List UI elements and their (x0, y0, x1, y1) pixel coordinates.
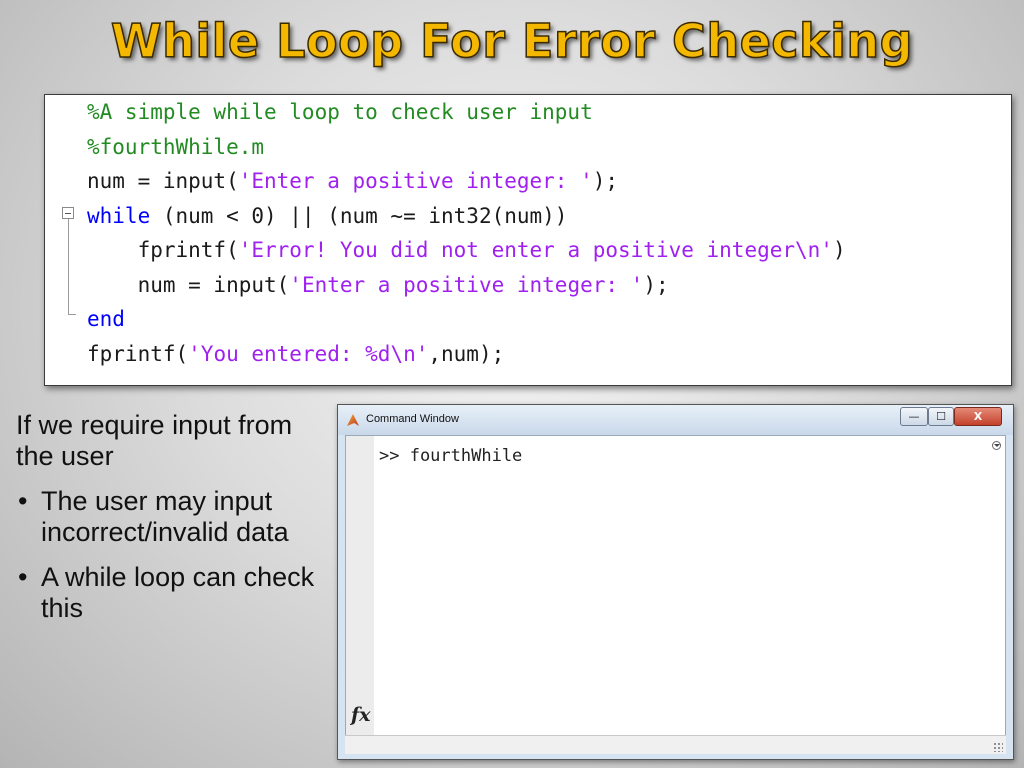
code-fold-line (68, 219, 69, 315)
code-line: %A simple while loop to check user input (87, 95, 593, 129)
code-token-comment: %fourthWhile.m (87, 134, 265, 159)
command-window-body[interactable]: >> fourthWhile fx (345, 435, 1006, 753)
function-browser-icon[interactable]: fx (351, 704, 371, 726)
bullet-item: The user may input incorrect/invalid dat… (16, 486, 316, 548)
close-button[interactable]: X (954, 407, 1002, 426)
bullet-list: The user may input incorrect/invalid dat… (16, 486, 316, 624)
command-window: Command Window — ☐ X >> fourthWhile fx (337, 404, 1014, 760)
code-token-string: 'Enter a positive integer: ' (289, 272, 644, 297)
code-token-string: 'Enter a positive integer: ' (238, 169, 593, 193)
command-prompt-line[interactable]: >> fourthWhile (379, 446, 522, 466)
code-line: %fourthWhile.m (87, 130, 264, 164)
code-token-plain: fprintf( (87, 238, 239, 262)
command-window-titlebar[interactable]: Command Window — ☐ X (338, 405, 1013, 435)
code-token-plain: ); (592, 169, 619, 193)
code-token-plain: (num < 0) || (num ~= int32(num)) (150, 203, 568, 228)
code-line: fprintf('Error! You did not enter a posi… (87, 233, 846, 267)
code-token-plain: num = input( (87, 169, 239, 193)
code-token-keyword: end (87, 307, 125, 331)
matlab-logo-icon (347, 414, 359, 426)
code-fold-end (68, 314, 76, 315)
code-line: num = input('Enter a positive integer: '… (87, 164, 618, 198)
code-line: num = input('Enter a positive integer: '… (87, 268, 669, 302)
code-token-keyword: while (87, 203, 151, 228)
code-token-string: 'You entered: %d\n' (188, 341, 429, 366)
code-token-plain: ,num); (428, 341, 505, 366)
code-token-plain: ) (832, 238, 846, 262)
code-editor-panel: %A simple while loop to check user input… (44, 94, 1012, 386)
code-line: while (num < 0) || (num ~= int32(num)) (87, 199, 567, 233)
code-token-plain: fprintf( (87, 341, 189, 366)
minimize-button[interactable]: — (900, 407, 928, 426)
code-line: fprintf('You entered: %d\n',num); (87, 337, 504, 371)
code-fold-toggle[interactable] (62, 207, 74, 219)
command-window-statusbar (345, 735, 1006, 754)
maximize-button[interactable]: ☐ (928, 407, 954, 426)
options-dropdown-icon[interactable] (992, 441, 1001, 450)
code-token-comment: %A simple while loop to check user input (87, 100, 593, 124)
bullet-lead: If we require input from the user (16, 410, 293, 471)
code-token-plain: num = input( (87, 272, 290, 297)
bullet-text: If we require input from the user The us… (16, 410, 316, 638)
slide-title: While Loop For Error Checking (110, 13, 914, 69)
code-line: end (87, 302, 125, 336)
resize-grip-icon[interactable] (993, 742, 1003, 752)
code-token-plain: ); (643, 272, 669, 297)
bullet-item: A while loop can check this (16, 562, 316, 624)
command-window-title: Command Window (366, 413, 459, 425)
code-token-string: 'Error! You did not enter a positive int… (238, 238, 833, 262)
